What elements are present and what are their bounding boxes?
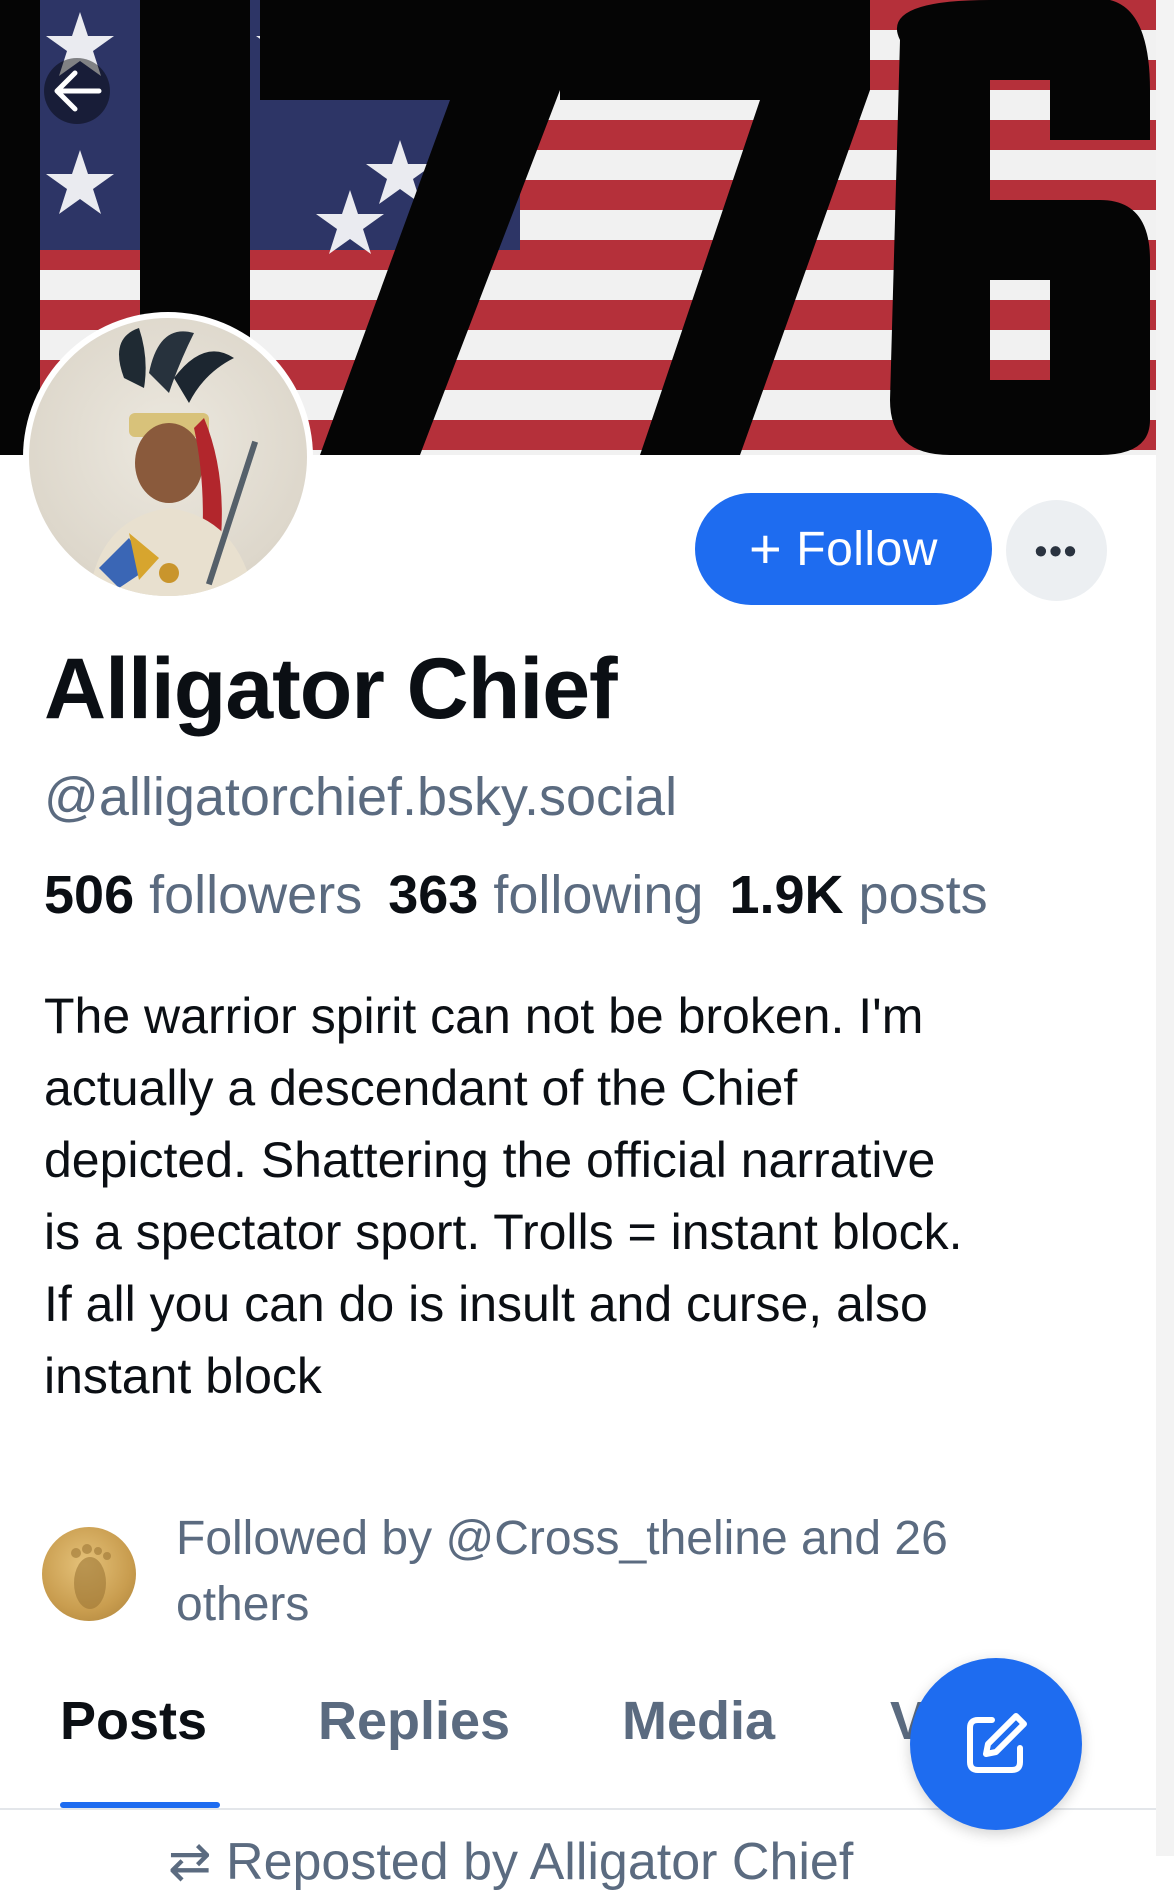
bio-line: depicted. Shattering the official narrat…: [44, 1132, 936, 1188]
tab-replies[interactable]: Replies: [318, 1690, 510, 1752]
followed-by-line: others: [176, 1578, 310, 1631]
followers-count: 506: [44, 865, 135, 925]
tab-posts[interactable]: Posts: [60, 1690, 207, 1752]
more-options-button[interactable]: •••: [1006, 500, 1107, 601]
avatar-image: [29, 318, 307, 596]
follow-label: Follow: [796, 522, 938, 576]
followers-label: followers: [149, 865, 363, 925]
chief-portrait: [89, 328, 259, 596]
following-label: following: [493, 865, 704, 925]
profile-avatar[interactable]: [23, 312, 313, 602]
followed-by-avatar[interactable]: [42, 1527, 136, 1621]
tab-media[interactable]: Media: [622, 1690, 775, 1752]
bio-line: actually a descendant of the Chief: [44, 1060, 798, 1116]
posts-count: 1.9K: [729, 865, 844, 925]
arrow-left-icon: [54, 70, 102, 112]
ellipsis-icon: •••: [1034, 529, 1079, 571]
posts-label: posts: [858, 865, 988, 925]
compose-button[interactable]: [910, 1658, 1082, 1830]
followed-by-text[interactable]: Followed by @Cross_theline and 26 others: [176, 1506, 1076, 1638]
footprint-image: [71, 1544, 111, 1609]
posts-stat: 1.9K posts: [729, 865, 987, 925]
repost-text: Reposted by Alligator Chief: [226, 1833, 854, 1891]
repost-icon: ⇄: [168, 1833, 227, 1891]
bio-line: instant block: [44, 1348, 322, 1404]
repost-header: ⇄ Reposted by Alligator Chief: [168, 1832, 853, 1892]
bio-line: If all you can do is insult and curse, a…: [44, 1276, 928, 1332]
bio-line: is a spectator sport. Trolls = instant b…: [44, 1204, 963, 1260]
right-edge-strip: [1156, 0, 1174, 1856]
back-button[interactable]: [44, 58, 110, 124]
bio-line: The warrior spirit can not be broken. I'…: [44, 988, 924, 1044]
follow-button[interactable]: + Follow: [695, 493, 992, 605]
profile-bio: The warrior spirit can not be broken. I'…: [44, 980, 1134, 1412]
profile-handle: @alligatorchief.bsky.social: [44, 767, 678, 827]
following-count: 363: [388, 865, 479, 925]
followed-by-line: Followed by @Cross_theline and 26: [176, 1512, 948, 1565]
plus-icon: +: [749, 517, 783, 580]
display-name: Alligator Chief: [44, 641, 618, 737]
followers-link[interactable]: 506 followers: [44, 865, 362, 925]
compose-icon: [967, 1713, 1027, 1773]
following-link[interactable]: 363 following: [388, 865, 703, 925]
profile-stats: 506 followers 363 following 1.9K posts: [44, 864, 988, 926]
